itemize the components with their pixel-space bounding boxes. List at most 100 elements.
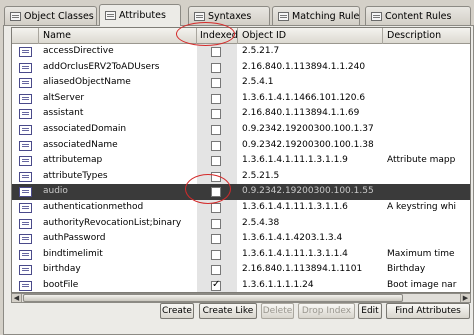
row-icon-cell (12, 247, 39, 263)
indexed-cell (197, 75, 237, 91)
indexed-cell (197, 153, 237, 169)
create-button[interactable]: Create (160, 303, 194, 319)
indexed-checkbox[interactable] (211, 124, 221, 135)
attribute-type-icon (19, 124, 32, 135)
attributes-panel: Name Indexed Object ID Description acces… (3, 25, 474, 335)
tab-matching-rules[interactable]: Matching Rules (272, 6, 360, 25)
indexed-checkbox[interactable] (211, 109, 221, 120)
attribute-description (383, 138, 470, 154)
table-row[interactable]: associatedName 0.9.2342.19200300.100.1.38 (12, 137, 470, 154)
tab-label: Object Classes (24, 10, 94, 22)
edit-button[interactable]: Edit (358, 303, 382, 319)
table-row[interactable]: authPassword 1.3.6.1.4.1.4203.1.3.4 (12, 231, 470, 247)
indexed-checkbox[interactable] (211, 93, 221, 104)
table-row[interactable]: altServer 1.3.6.1.4.1.1466.101.120.6 (12, 90, 470, 107)
column-header-indexed[interactable]: Indexed (197, 28, 238, 44)
indexed-checkbox[interactable] (211, 234, 221, 245)
table-row[interactable]: accessDirective 2.5.21.7 (12, 44, 470, 60)
column-header-description[interactable]: Description (383, 28, 470, 44)
indexed-checkbox[interactable] (211, 78, 221, 89)
attribute-name: audio (43, 186, 68, 197)
tab-label: Attributes (119, 10, 166, 21)
attribute-name: birthday (43, 264, 81, 275)
attribute-description (383, 91, 470, 107)
table-row[interactable]: authenticationmethod 1.3.6.1.4.1.11.1.3.1… (12, 199, 470, 216)
table-row[interactable]: bindtimelimit 1.3.6.1.4.1.11.1.3.1.1.4 Max… (12, 246, 470, 263)
indexed-checkbox[interactable] (211, 171, 221, 182)
indexed-cell (197, 59, 237, 76)
object-id: 1.3.6.1.4.1.11.1.3.1.1.9 (242, 155, 348, 166)
attribute-name: aliasedObjectName (43, 77, 131, 88)
indexed-checkbox[interactable] (211, 265, 221, 276)
tab-attributes[interactable]: Attributes (99, 4, 181, 26)
table-row[interactable]: audio 0.9.2342.19200300.100.1.55 (12, 184, 470, 200)
indexed-checkbox[interactable] (211, 218, 221, 229)
scroll-left-arrow-icon[interactable]: ◀ (12, 294, 22, 302)
indexed-cell (197, 262, 237, 278)
table-row[interactable]: assistant 2.16.840.1.113894.1.1.69 (12, 106, 470, 122)
object-id: 2.16.840.1.113894.1.1101 (242, 264, 363, 275)
matching-rule-icon (278, 11, 289, 21)
tab-content-rules[interactable]: Content Rules (365, 6, 471, 25)
table-row[interactable]: attributemap 1.3.6.1.4.1.11.1.3.1.1.9 Attr… (12, 153, 470, 169)
table-row[interactable]: authorityRevocationList;binary 2.5.4.38 (12, 215, 470, 232)
indexed-checkbox[interactable] (211, 62, 221, 73)
column-header-object-id[interactable]: Object ID (238, 28, 383, 44)
icon-column-header (12, 28, 39, 44)
indexed-checkbox[interactable] (211, 187, 221, 198)
attribute-description: Boot image nar (387, 279, 457, 290)
scroll-right-arrow-icon[interactable]: ▶ (460, 294, 470, 302)
indexed-cell (197, 121, 237, 138)
attribute-type-icon (19, 47, 32, 57)
indexed-checkbox[interactable] (211, 156, 221, 167)
row-icon-cell (12, 60, 39, 76)
object-id: 1.3.6.1.4.1.11.1.3.1.1.4 (242, 248, 348, 259)
indexed-checkbox[interactable] (211, 47, 221, 57)
indexed-cell (197, 137, 237, 154)
table-row[interactable]: addOrclusERV2ToADUsers 2.16.840.1.113894.… (12, 59, 470, 76)
column-header-name[interactable]: Name (39, 28, 197, 44)
object-id: 0.9.2342.19200300.100.1.55 (242, 186, 374, 197)
row-icon-cell (12, 216, 39, 232)
attribute-name: altServer (43, 92, 85, 103)
attribute-type-icon (19, 171, 32, 182)
row-icon-cell (12, 231, 39, 247)
indexed-cell (197, 106, 237, 122)
row-icon-cell (12, 122, 39, 138)
attribute-name: bindtimelimit (43, 248, 103, 259)
attribute-type-icon (19, 187, 32, 198)
row-icon-cell (12, 262, 39, 278)
object-id: 0.9.2342.19200300.100.1.37 (242, 123, 374, 134)
content-rule-icon (371, 11, 382, 21)
table-row[interactable]: birthday 2.16.840.1.113894.1.1101 Birthday (12, 262, 470, 278)
create-like-button[interactable]: Create Like (199, 303, 257, 319)
tab-object-classes[interactable]: Object Classes (4, 6, 97, 25)
attribute-type-icon (19, 265, 32, 276)
indexed-checkbox[interactable] (211, 279, 221, 291)
delete-button[interactable]: Delete (261, 303, 294, 319)
indexed-checkbox[interactable] (211, 249, 221, 260)
row-icon-cell (12, 75, 39, 91)
syntax-icon (194, 11, 205, 21)
attribute-description (383, 44, 470, 60)
attribute-description (383, 216, 470, 232)
object-class-icon (10, 11, 21, 21)
table-row[interactable]: bootFile 1.3.6.1.1.1.1.24 Boot image nar (12, 277, 470, 292)
attribute-type-icon (19, 156, 32, 167)
indexed-checkbox[interactable] (211, 140, 221, 151)
drop-index-button[interactable]: Drop Index (298, 303, 355, 319)
scrollbar-thumb[interactable] (23, 294, 403, 302)
indexed-checkbox[interactable] (211, 202, 221, 213)
attribute-name: addOrclusERV2ToADUsers (43, 61, 160, 72)
indexed-cell (197, 199, 237, 216)
table-row[interactable]: associatedDomain 0.9.2342.19200300.100.1.… (12, 121, 470, 138)
tab-syntaxes[interactable]: Syntaxes (188, 6, 270, 25)
find-attributes-button[interactable]: Find Attributes (386, 303, 470, 319)
tab-label: Content Rules (385, 10, 452, 22)
indexed-cell (197, 168, 237, 185)
table-row[interactable]: aliasedObjectName 2.5.4.1 (12, 75, 470, 91)
table-row[interactable]: attributeTypes 2.5.21.5 (12, 168, 470, 185)
tab-bar: Object Classes Attributes Syntaxes Match… (0, 0, 474, 26)
horizontal-scrollbar[interactable]: ◀ ▶ (11, 293, 471, 303)
indexed-cell (197, 246, 237, 263)
